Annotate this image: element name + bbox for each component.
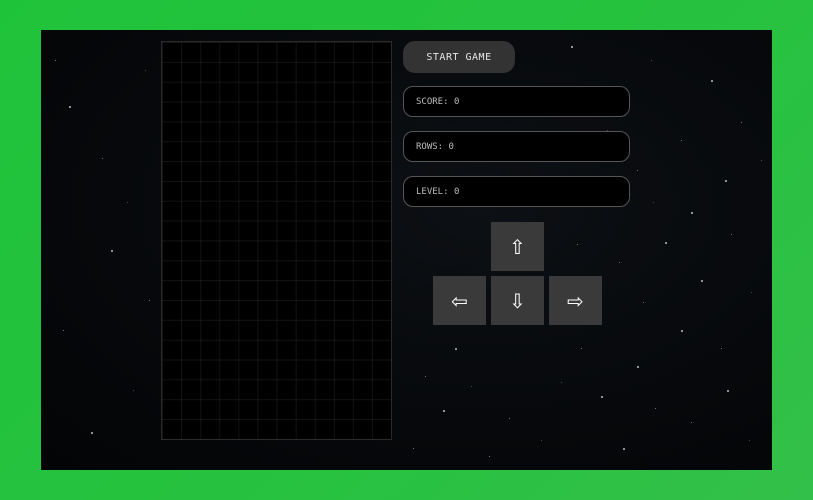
rows-value: 0 xyxy=(448,141,454,152)
left-arrow-button[interactable]: ⇦ xyxy=(433,276,486,325)
score-label: SCORE: xyxy=(416,96,449,107)
level-label: LEVEL: xyxy=(416,186,449,197)
right-arrow-button[interactable]: ⇨ xyxy=(549,276,602,325)
left-arrow-icon: ⇦ xyxy=(451,288,468,313)
score-value: 0 xyxy=(453,96,460,107)
right-arrow-icon: ⇨ xyxy=(567,288,584,313)
level-value: 0 xyxy=(453,186,460,197)
rows-panel: ROWS: 0 xyxy=(403,131,630,162)
up-arrow-button[interactable]: ⇧ xyxy=(491,222,544,271)
score-panel: SCORE: 0 xyxy=(403,86,630,117)
tetris-board xyxy=(161,41,392,440)
start-game-button[interactable]: START GAME xyxy=(403,41,515,73)
down-arrow-icon: ⇩ xyxy=(509,288,526,313)
level-panel: LEVEL: 0 xyxy=(403,176,630,207)
up-arrow-icon: ⇧ xyxy=(509,234,526,259)
rows-label: ROWS: xyxy=(416,141,444,152)
down-arrow-button[interactable]: ⇩ xyxy=(491,276,544,325)
game-stage: START GAME SCORE: 0 ROWS: 0 LEVEL: 0 ⇧ ⇦… xyxy=(41,30,772,470)
